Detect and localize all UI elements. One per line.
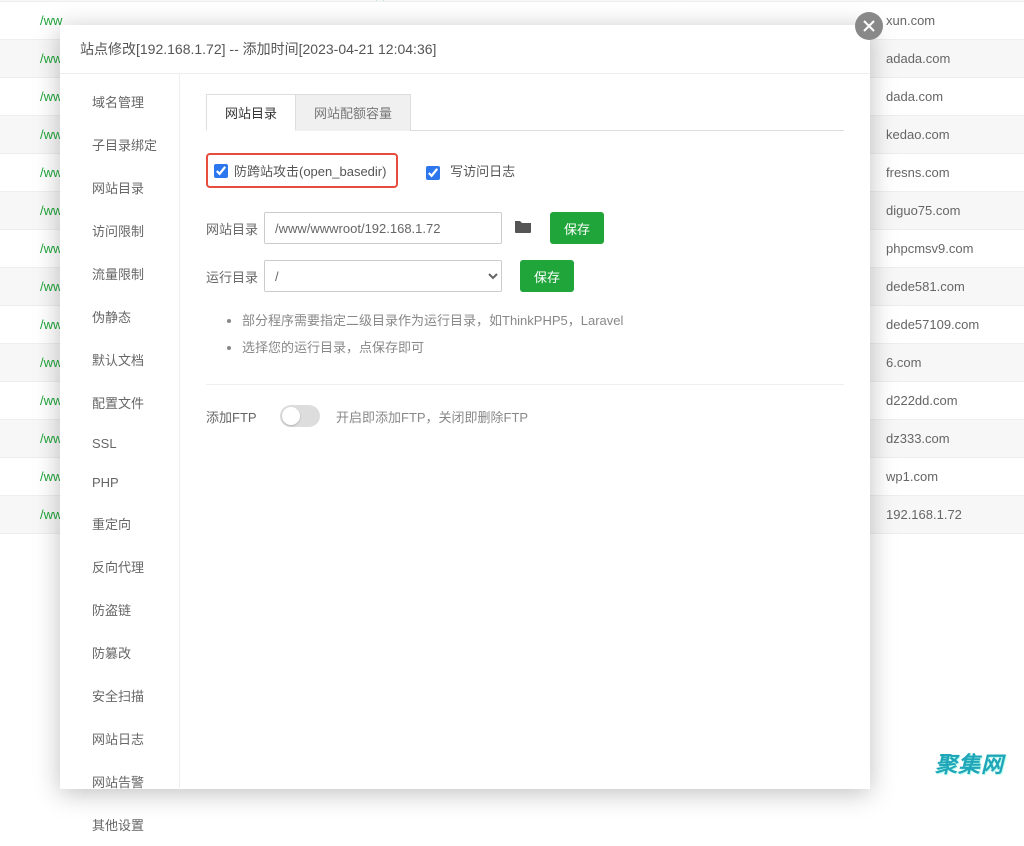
open-basedir-label: 防跨站攻击(open_basedir) (234, 161, 386, 180)
sidebar-item[interactable]: 流量限制 (60, 252, 179, 295)
sidebar-item[interactable]: 域名管理 (60, 80, 179, 123)
sidebar-item[interactable]: 重定向 (60, 502, 179, 545)
tab-quota[interactable]: 网站配额容量 (296, 94, 411, 131)
tips-list: 部分程序需要指定二级目录作为运行目录，如ThinkPHP5，Laravel 选择… (242, 310, 844, 356)
ftp-tip: 开启即添加FTP，关闭即删除FTP (336, 407, 528, 426)
sidebar-item[interactable]: 网站日志 (60, 717, 179, 760)
ftp-label: 添加FTP (206, 407, 264, 426)
checkbox-row: 防跨站攻击(open_basedir) 写访问日志 (206, 153, 844, 188)
tab-site-dir[interactable]: 网站目录 (206, 94, 296, 131)
content-tabs: 网站目录 网站配额容量 (206, 94, 844, 131)
site-dir-save-button[interactable]: 保存 (550, 212, 604, 244)
access-log-wrap: 写访问日志 (426, 161, 515, 180)
site-dir-row: 网站目录 保存 (206, 212, 844, 244)
site-dir-label: 网站目录 (206, 219, 264, 238)
open-basedir-checkbox[interactable] (214, 164, 228, 178)
watermark: 聚集网 (935, 747, 1004, 779)
site-edit-modal: 站点修改[192.168.1.72] -- 添加时间[2023-04-21 12… (60, 25, 870, 789)
row-domain: dada.com (870, 89, 1024, 104)
modal-sidebar: 域名管理子目录绑定网站目录访问限制流量限制伪静态默认文档配置文件SSLPHP重定… (60, 74, 180, 790)
row-domain: fresns.com (870, 165, 1024, 180)
tip-item: 选择您的运行目录，点保存即可 (242, 337, 844, 356)
row-domain: phpcmsv9.com (870, 241, 1024, 256)
row-domain: d222dd.com (870, 393, 1024, 408)
row-action[interactable]: 查看 (360, 0, 660, 3)
tip-item: 部分程序需要指定二级目录作为运行目录，如ThinkPHP5，Laravel (242, 310, 844, 329)
run-dir-select[interactable]: / (264, 260, 502, 292)
sidebar-item[interactable]: 安全扫描 (60, 674, 179, 717)
sidebar-item[interactable]: 配置文件 (60, 381, 179, 424)
close-icon (862, 19, 876, 33)
row-domain: dz333.com (870, 431, 1024, 446)
row-domain: dede581.com (870, 279, 1024, 294)
sidebar-item[interactable]: 伪静态 (60, 295, 179, 338)
sidebar-item[interactable]: 防篡改 (60, 631, 179, 674)
row-expire: 永久 (660, 0, 870, 3)
sidebar-item[interactable]: 网站目录 (60, 166, 179, 209)
row-domain: wp1.com (870, 469, 1024, 484)
sidebar-item[interactable]: 其他设置 (60, 803, 179, 846)
ftp-row: 添加FTP 开启即添加FTP，关闭即删除FTP (206, 405, 844, 427)
sidebar-item[interactable]: 默认文档 (60, 338, 179, 381)
sidebar-item[interactable]: 防盗链 (60, 588, 179, 631)
row-domain: kedao.com (870, 127, 1024, 142)
row-domain: adada.com (870, 51, 1024, 66)
sidebar-item[interactable]: PHP (60, 463, 179, 502)
run-dir-save-button[interactable]: 保存 (520, 260, 574, 292)
row-domain: 192.168.1.72 (870, 507, 1024, 522)
modal-content: 网站目录 网站配额容量 防跨站攻击(open_basedir) 写访问日志 网站… (180, 74, 870, 790)
sidebar-item[interactable]: SSL (60, 424, 179, 463)
row-domain: diguo75.com (870, 203, 1024, 218)
row-domain: 6.com (870, 355, 1024, 370)
modal-title: 站点修改[192.168.1.72] -- 添加时间[2023-04-21 12… (60, 25, 870, 74)
close-button[interactable] (855, 12, 883, 40)
open-basedir-highlight: 防跨站攻击(open_basedir) (206, 153, 398, 188)
divider (206, 384, 844, 385)
run-dir-label: 运行目录 (206, 267, 264, 286)
ftp-toggle[interactable] (280, 405, 320, 427)
sidebar-item[interactable]: 反向代理 (60, 545, 179, 588)
row-domain: dede57109.com (870, 317, 1024, 332)
sidebar-item[interactable]: 子目录绑定 (60, 123, 179, 166)
folder-icon[interactable] (514, 219, 532, 238)
run-dir-row: 运行目录 / 保存 (206, 260, 844, 292)
sidebar-item[interactable]: 访问限制 (60, 209, 179, 252)
row-domain: xun.com (870, 13, 1024, 28)
sidebar-item[interactable]: 网站告警 (60, 760, 179, 803)
site-dir-input[interactable] (264, 212, 502, 244)
access-log-checkbox[interactable] (426, 166, 440, 180)
access-log-label: 写访问日志 (450, 164, 515, 179)
